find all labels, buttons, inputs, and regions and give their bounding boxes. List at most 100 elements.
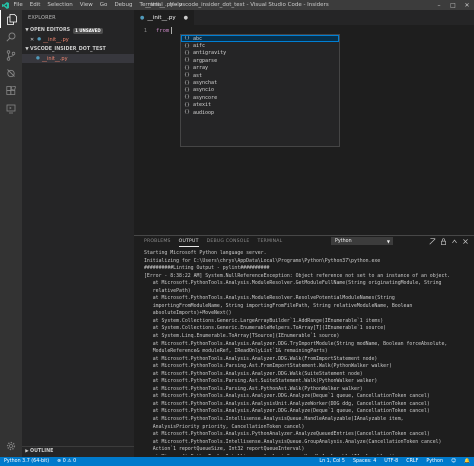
menu-debug[interactable]: Debug bbox=[111, 0, 136, 10]
tab-label: __init__.py bbox=[147, 14, 176, 21]
suggestion-item[interactable]: {} asyncio bbox=[181, 87, 339, 94]
menu-view[interactable]: View bbox=[76, 0, 96, 10]
output-line: at System.Collections.Generic.Enumerable… bbox=[144, 325, 387, 332]
indentation-status[interactable]: Spaces: 4 bbox=[349, 459, 380, 464]
suggestion-item[interactable]: {} asyncore bbox=[181, 94, 339, 101]
output-line: at Microsoft.PythonTools.Parsing.Ast.Sui… bbox=[144, 378, 378, 385]
python-file-icon: ● bbox=[140, 14, 145, 21]
output-line: at Microsoft.PythonTools.Parsing.Ast.Fro… bbox=[144, 363, 392, 370]
suggestion-item[interactable]: {} aifc bbox=[181, 42, 339, 49]
output-channel-value: Python bbox=[335, 238, 352, 244]
files-icon[interactable] bbox=[0, 10, 22, 28]
module-icon: {} bbox=[184, 58, 190, 64]
output-line: ##########Linting Output - pylint#######… bbox=[144, 265, 270, 272]
menu-selection[interactable]: Selection bbox=[44, 0, 76, 10]
menu-help[interactable]: Help bbox=[166, 0, 186, 10]
panel-actions bbox=[427, 237, 471, 246]
suggestion-label: argparse bbox=[193, 57, 218, 64]
language-mode-status[interactable]: Python bbox=[422, 459, 447, 464]
output-line: at Microsoft.PythonTools.Analysis.Analyz… bbox=[144, 393, 430, 400]
output-line: at Microsoft.PythonTools.Analysis.Module… bbox=[144, 280, 442, 287]
suggestion-item[interactable]: {} audioop bbox=[181, 109, 339, 116]
tab-problems[interactable]: PROBLEMS bbox=[144, 236, 171, 247]
debug-icon[interactable] bbox=[0, 64, 22, 82]
tab-output[interactable]: OUTPUT bbox=[178, 236, 199, 247]
suggestion-item[interactable]: {} antigravity bbox=[181, 50, 339, 57]
close-panel-icon[interactable] bbox=[460, 237, 471, 246]
encoding-status[interactable]: UTF-8 bbox=[380, 459, 402, 464]
output-line: importingFromModuleName, String importin… bbox=[144, 302, 413, 309]
line-number: 1 bbox=[143, 27, 147, 34]
module-icon: {} bbox=[184, 65, 190, 71]
folder-header[interactable]: ▼ VSCODE_INSIDER_DOT_TEST bbox=[22, 45, 134, 54]
suggestion-item[interactable]: {} array bbox=[181, 65, 339, 72]
suggestion-label: asyncore bbox=[193, 94, 218, 101]
module-icon: {} bbox=[184, 73, 190, 79]
open-editor-item[interactable]: ✕ ● __init__.py bbox=[22, 35, 134, 44]
explorer-sidebar: EXPLORER ▼ OPEN EDITORS 1 UNSAVED ✕ ● __… bbox=[22, 10, 134, 457]
remote-icon[interactable] bbox=[0, 100, 22, 118]
tab-debug-console[interactable]: DEBUG CONSOLE bbox=[207, 236, 250, 247]
maximize-panel-icon[interactable] bbox=[449, 237, 460, 246]
python-file-icon: ● bbox=[36, 56, 40, 61]
menu-file[interactable]: File bbox=[10, 0, 26, 10]
status-bar-right: Ln 1, Col 5 Spaces: 4 UTF-8 CRLF Python … bbox=[315, 457, 474, 466]
close-editor-icon[interactable]: ✕ bbox=[30, 37, 34, 43]
suggestion-item[interactable]: {} asynchat bbox=[181, 79, 339, 86]
feedback-smiley-icon[interactable]: ☺ bbox=[447, 459, 460, 464]
unsaved-badge: 1 UNSAVED bbox=[73, 27, 103, 34]
source-control-icon[interactable] bbox=[0, 46, 22, 64]
output-line: at Microsoft.PythonTools.Intellisense.An… bbox=[144, 438, 442, 445]
file-tree-item[interactable]: ● __init__.py bbox=[22, 54, 134, 63]
suggestion-label: asyncio bbox=[193, 87, 215, 94]
suggestion-item[interactable]: {} atexit bbox=[181, 102, 339, 109]
output-channel-select[interactable]: Python ▼ bbox=[331, 237, 393, 245]
editor-area: ● __init__.py ● 1 from {} abc {} aifc {} an… bbox=[134, 10, 474, 235]
notifications-bell-icon[interactable]: 🔔 bbox=[460, 459, 474, 464]
lock-scroll-icon[interactable] bbox=[438, 237, 449, 246]
output-line: relativePath) bbox=[144, 287, 191, 294]
settings-gear-icon[interactable] bbox=[0, 437, 22, 455]
outline-label: OUTLINE bbox=[30, 448, 54, 454]
clear-output-icon[interactable] bbox=[427, 237, 438, 246]
output-line: [Error - 8:38:22 AM] System.NullReferenc… bbox=[144, 272, 451, 279]
close-window-button[interactable]: ✕ bbox=[460, 0, 474, 10]
extensions-icon[interactable] bbox=[0, 82, 22, 100]
menu-edit[interactable]: Edit bbox=[26, 0, 44, 10]
line-ending-status[interactable]: CRLF bbox=[402, 459, 422, 464]
suggestion-label: audioop bbox=[193, 109, 215, 116]
tab-terminal[interactable]: TERMINAL bbox=[257, 236, 282, 247]
editor-tab-init-py[interactable]: ● __init__.py ● bbox=[134, 10, 194, 25]
menu-terminal[interactable]: Terminal bbox=[136, 0, 166, 10]
title-bar: File Edit Selection View Go Debug Termin… bbox=[0, 0, 474, 10]
module-icon: {} bbox=[184, 50, 190, 56]
status-bar: Python 3.7 (64-bit) ⊗ 0 ⚠ 0 Ln 1, Col 5 … bbox=[0, 457, 474, 466]
python-interpreter-status[interactable]: Python 3.7 (64-bit) bbox=[0, 459, 53, 464]
menu-go[interactable]: Go bbox=[96, 0, 111, 10]
module-icon: {} bbox=[184, 87, 190, 93]
search-icon[interactable] bbox=[0, 28, 22, 46]
output-line: at Microsoft.PythonTools.Analysis.Analyz… bbox=[144, 355, 378, 362]
output-line: at Microsoft.PythonTools.Analysis.Analyz… bbox=[144, 340, 448, 347]
maximize-button[interactable]: □ bbox=[446, 0, 460, 10]
cursor-position-status[interactable]: Ln 1, Col 5 bbox=[315, 459, 349, 464]
output-line: at Microsoft.PythonTools.Intellisense.An… bbox=[144, 454, 470, 455]
window-controls: – □ ✕ bbox=[432, 0, 474, 10]
suggestion-item[interactable]: {} abc bbox=[181, 35, 339, 43]
vscode-insiders-logo-icon bbox=[0, 0, 10, 10]
minimize-button[interactable]: – bbox=[432, 0, 446, 10]
suggestion-label: array bbox=[193, 65, 209, 72]
unsaved-dot-icon[interactable]: ● bbox=[184, 15, 188, 21]
suggestion-item[interactable]: {} argparse bbox=[181, 57, 339, 64]
problems-status[interactable]: ⊗ 0 ⚠ 0 bbox=[53, 459, 80, 464]
output-line: at Microsoft.PythonTools.Analysis.Analyz… bbox=[144, 408, 430, 415]
output-line: at Microsoft.PythonTools.Analysis.Analyz… bbox=[144, 370, 363, 377]
suggestion-label: atexit bbox=[193, 102, 212, 109]
open-editors-header[interactable]: ▼ OPEN EDITORS 1 UNSAVED bbox=[22, 26, 134, 35]
output-log[interactable]: Starting Microsoft Python language serve… bbox=[144, 250, 470, 455]
suggestion-label: aifc bbox=[193, 43, 206, 50]
code-text[interactable]: from bbox=[156, 28, 169, 34]
chevron-down-icon: ▼ bbox=[386, 238, 390, 244]
outline-header[interactable]: ▶ OUTLINE bbox=[22, 446, 134, 455]
suggestion-item[interactable]: {} ast bbox=[181, 72, 339, 79]
